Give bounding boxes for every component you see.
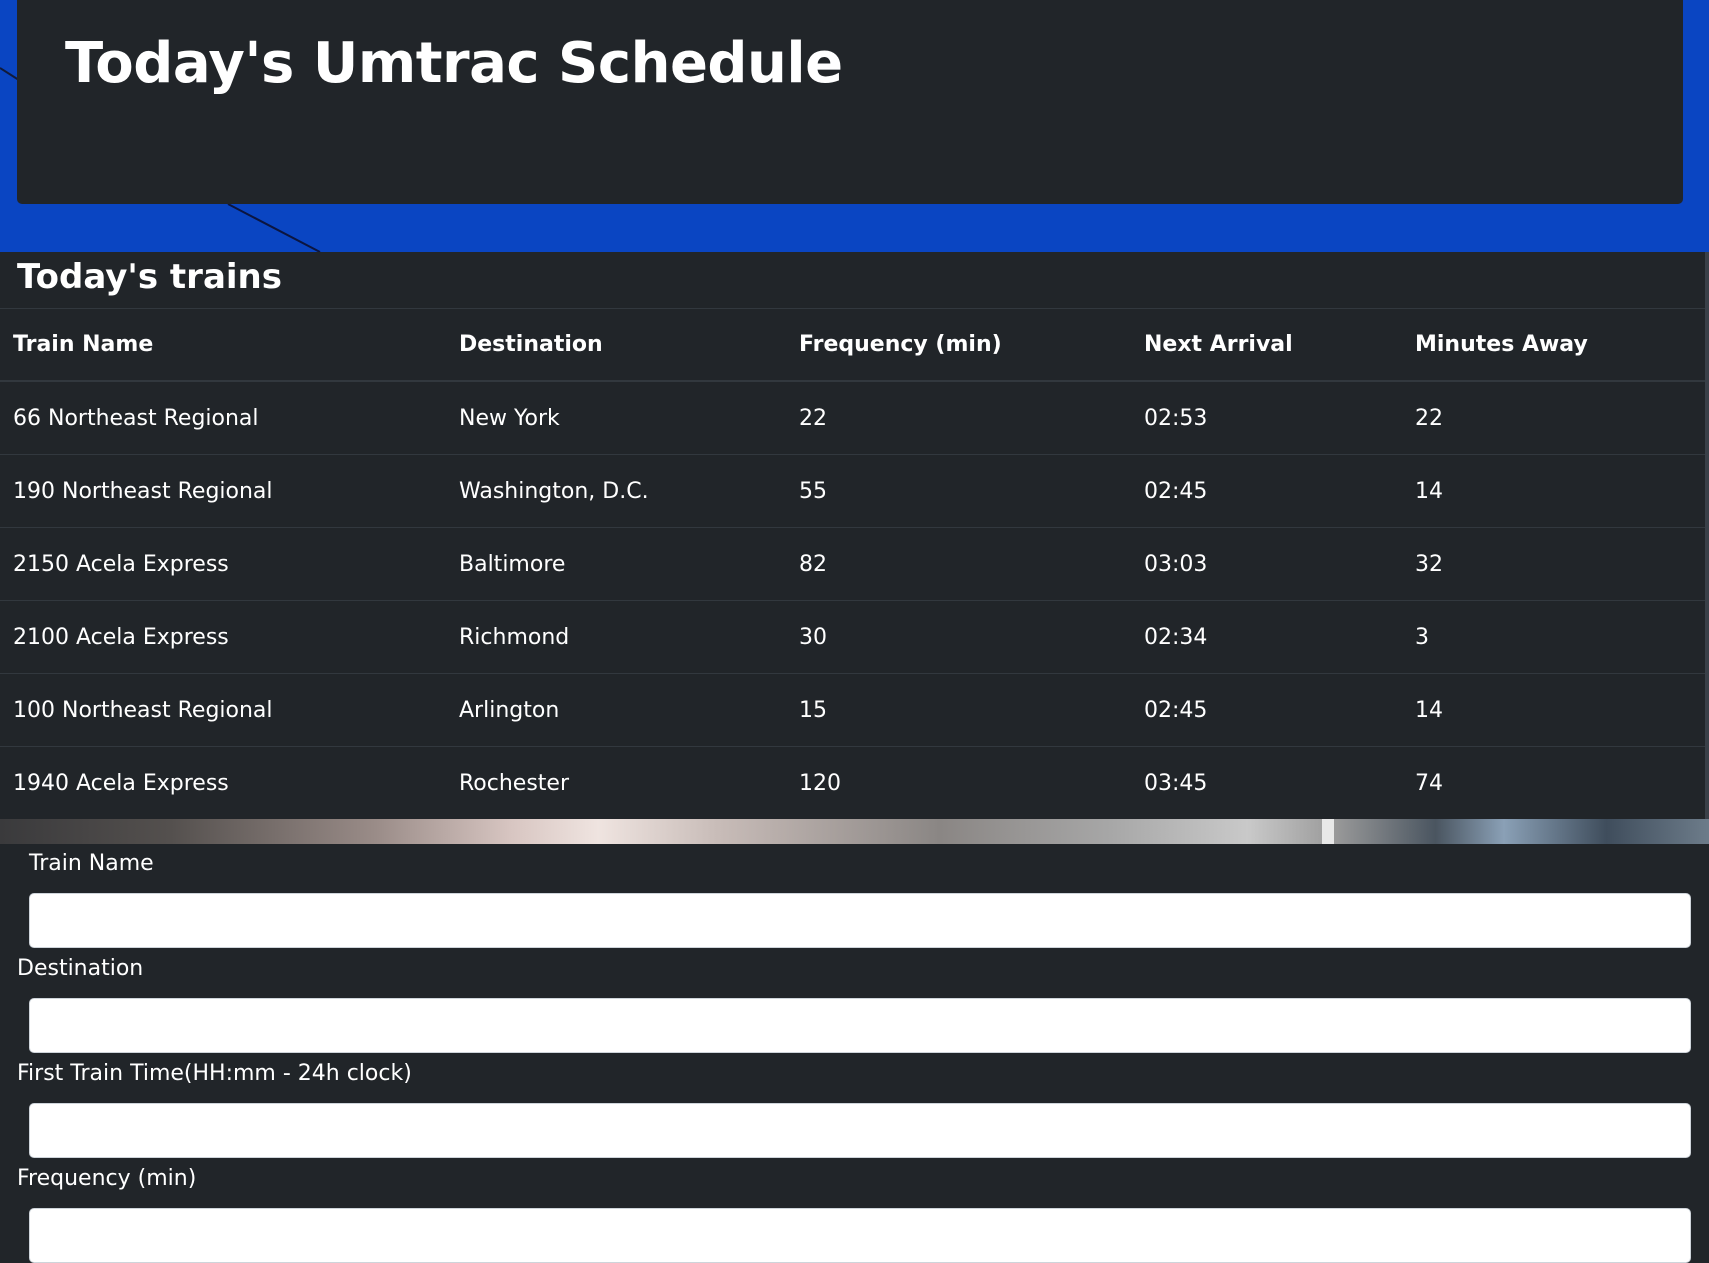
- cell-minutes-away: 3: [1402, 600, 1705, 674]
- train-name-input[interactable]: [29, 893, 1691, 948]
- column-header-frequency: Frequency (min): [786, 309, 1131, 382]
- cell-destination: Baltimore: [446, 527, 786, 601]
- column-header-train-name: Train Name: [0, 309, 446, 382]
- cell-minutes-away: 74: [1402, 746, 1705, 819]
- table-row: 2100 Acela Express Richmond 30 02:34 3: [0, 600, 1705, 674]
- cell-minutes-away: 14: [1402, 454, 1705, 528]
- column-header-next-arrival: Next Arrival: [1131, 309, 1402, 382]
- table-row: 1940 Acela Express Rochester 120 03:45 7…: [0, 746, 1705, 819]
- cell-next-arrival: 02:45: [1131, 673, 1402, 747]
- cell-frequency: 15: [786, 673, 1131, 747]
- table-header: Train Name Destination Frequency (min) N…: [0, 309, 1705, 382]
- frequency-label: Frequency (min): [17, 1166, 197, 1191]
- trains-panel: Today's trains Train Name Destination Fr…: [0, 252, 1705, 819]
- cell-destination: Rochester: [446, 746, 786, 819]
- cell-train-name: 190 Northeast Regional: [0, 454, 446, 528]
- cell-destination: Washington, D.C.: [446, 454, 786, 528]
- background-edge: [1705, 252, 1709, 819]
- schedule-table: Train Name Destination Frequency (min) N…: [0, 309, 1705, 819]
- cell-destination: Arlington: [446, 673, 786, 747]
- cell-next-arrival: 02:53: [1144, 405, 1208, 431]
- cell-frequency: 120: [786, 746, 1131, 819]
- first-train-time-label: First Train Time(HH:mm - 24h clock): [17, 1061, 412, 1086]
- cell-minutes-away: 14: [1402, 673, 1705, 747]
- cell-train-name: 2100 Acela Express: [0, 600, 446, 674]
- cell-frequency: 55: [786, 454, 1131, 528]
- column-header-minutes-away: Minutes Away: [1402, 309, 1705, 382]
- cell-next-arrival: 03:45: [1131, 746, 1402, 819]
- cell-frequency: 22: [799, 405, 827, 431]
- table-row: 66 Northeast Regional New York 22 02:53 …: [0, 381, 1705, 455]
- table-body: 66 Northeast Regional New York 22 02:53 …: [0, 381, 1705, 819]
- header-row: Train Name Destination Frequency (min) N…: [0, 309, 1705, 382]
- cell-train-name: 100 Northeast Regional: [0, 673, 446, 747]
- column-header-destination: Destination: [446, 309, 786, 382]
- background-image-scenery: [0, 819, 1709, 844]
- background-post: [1322, 819, 1334, 844]
- cell-next-arrival: 02:34: [1131, 600, 1402, 674]
- first-train-time-input[interactable]: [29, 1103, 1691, 1158]
- cell-minutes-away: 22: [1415, 405, 1443, 431]
- page-title: Today's Umtrac Schedule: [65, 31, 843, 96]
- cell-train-name: 66 Northeast Regional: [13, 405, 259, 431]
- add-train-form: Train Name Destination First Train Time(…: [0, 844, 1709, 1263]
- table-row: 190 Northeast Regional Washington, D.C. …: [0, 454, 1705, 528]
- jumbotron: Today's Umtrac Schedule: [17, 0, 1683, 204]
- panel-heading: Today's trains: [17, 257, 282, 297]
- cell-minutes-away: 32: [1402, 527, 1705, 601]
- cell-destination: Richmond: [446, 600, 786, 674]
- train-name-label: Train Name: [29, 851, 154, 876]
- cell-frequency: 30: [786, 600, 1131, 674]
- cell-train-name: 2150 Acela Express: [0, 527, 446, 601]
- frequency-input[interactable]: [29, 1208, 1691, 1263]
- cell-train-name: 1940 Acela Express: [0, 746, 446, 819]
- cell-destination: New York: [459, 405, 560, 431]
- table-row: 2150 Acela Express Baltimore 82 03:03 32: [0, 527, 1705, 601]
- cell-next-arrival: 03:03: [1131, 527, 1402, 601]
- table-row: 100 Northeast Regional Arlington 15 02:4…: [0, 673, 1705, 747]
- cell-frequency: 82: [786, 527, 1131, 601]
- destination-input[interactable]: [29, 998, 1691, 1053]
- destination-label: Destination: [17, 956, 144, 981]
- cell-next-arrival: 02:45: [1131, 454, 1402, 528]
